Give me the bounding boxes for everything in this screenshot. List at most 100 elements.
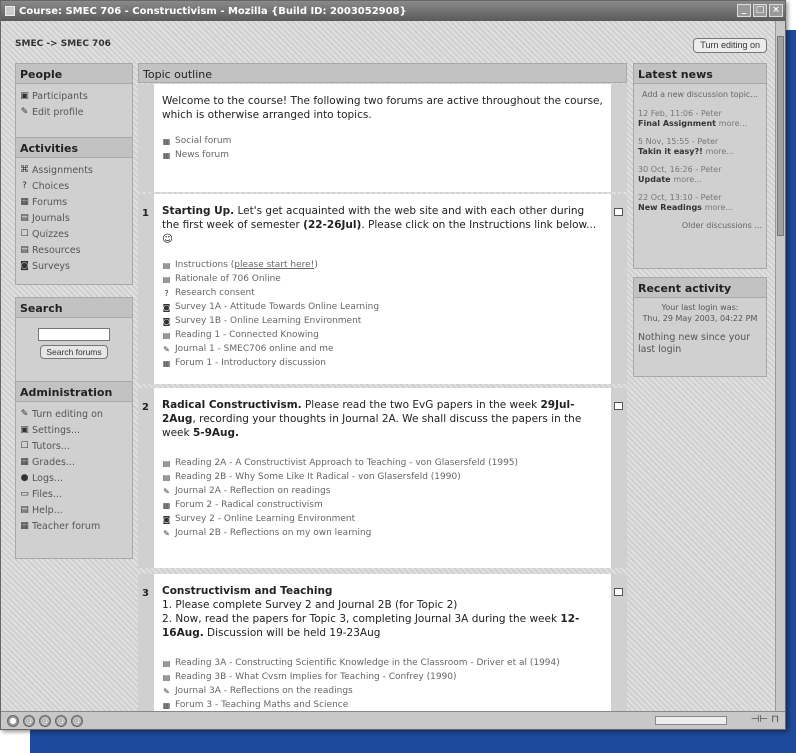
resource-instructions[interactable]: ▤ Instructions (please start here!) <box>162 258 603 272</box>
topic-2-summary: Radical Constructivism. Please read the … <box>162 399 582 439</box>
latest-news-title: Latest news <box>634 64 766 84</box>
sidebar-item-participants[interactable]: ▣ Participants <box>20 88 128 104</box>
assignments-icon: ⌘ <box>20 164 29 175</box>
survey-icon: ◙ <box>162 514 171 524</box>
scrollbar-thumb[interactable] <box>777 36 784 236</box>
sidebar-item-settings[interactable]: ▣ Settings... <box>20 422 128 438</box>
breadcrumb[interactable]: SMEC -> SMEC 706 <box>15 39 111 49</box>
resource-reading-3b[interactable]: ▤ Reading 3B - What Cvsm Implies for Teac… <box>162 670 603 684</box>
sidebar-item-quizzes[interactable]: ☐ Quizzes <box>20 226 128 242</box>
resource-icon: ▤ <box>162 672 171 682</box>
topic-highlight-checkbox[interactable] <box>614 588 623 596</box>
activities-title: Activities <box>16 138 132 158</box>
forum-icon: ▦ <box>162 358 171 368</box>
resource-survey-1b[interactable]: ◙ Survey 1B - Online Learning Environment <box>162 314 603 328</box>
search-title: Search <box>16 298 132 318</box>
resource-social-forum[interactable]: ▦ Social forum <box>162 134 603 148</box>
maximize-icon[interactable]: □ <box>753 4 767 17</box>
sidebar-item-turn-editing-on[interactable]: ✎ Turn editing on <box>20 406 128 422</box>
news-item[interactable]: 12 Feb, 11:06 - Peter Final Assignment m… <box>638 109 762 129</box>
addressbook-icon[interactable]: @ <box>55 714 67 727</box>
topic-highlight-checkbox[interactable] <box>614 402 623 410</box>
people-title: People <box>16 64 132 84</box>
search-block: Search Search forums <box>15 297 133 383</box>
topic-outline-header: Topic outline <box>138 63 627 83</box>
search-input[interactable] <box>38 328 110 341</box>
resource-icon: ▤ <box>162 274 171 284</box>
minimize-icon[interactable]: _ <box>737 4 751 17</box>
resource-journal-3a[interactable]: ✎ Journal 3A - Reflections on the reading… <box>162 684 603 698</box>
latest-news-block: Latest news Add a new discussion topic..… <box>633 63 767 269</box>
news-item[interactable]: 30 Oct, 16:26 - Peter Update more... <box>638 165 762 185</box>
chat-icon[interactable]: @ <box>71 714 83 727</box>
vertical-scrollbar[interactable] <box>775 21 785 713</box>
resource-icon: ▤ <box>162 472 171 482</box>
resource-news-forum[interactable]: ▦ News forum <box>162 148 603 162</box>
resource-survey-1a[interactable]: ◙ Survey 1A - Attitude Towards Online Lea… <box>162 300 603 314</box>
resource-reading-3a[interactable]: ▤ Reading 3A - Constructing Scientific Kn… <box>162 656 603 670</box>
topic-1: 1 Starting Up. Let's get acquainted with… <box>138 194 627 384</box>
sidebar-item-teacher-forum[interactable]: ▦ Teacher forum <box>20 518 128 534</box>
sidebar-item-assignments[interactable]: ⌘ Assignments <box>20 162 128 178</box>
sidebar-item-edit-profile[interactable]: ✎ Edit profile <box>20 104 128 120</box>
sidebar-item-logs[interactable]: ● Logs... <box>20 470 128 486</box>
choices-icon: ? <box>22 180 27 191</box>
administration-title: Administration <box>16 382 132 402</box>
add-discussion-topic-link[interactable]: Add a new discussion topic... <box>638 90 762 99</box>
app-icon <box>5 6 15 16</box>
files-icon: ▭ <box>20 488 29 499</box>
turn-editing-on-button[interactable]: Turn editing on <box>693 38 767 53</box>
resource-icon: ▤ <box>162 458 171 468</box>
resource-icon: ▤ <box>162 658 171 668</box>
news-item[interactable]: 5 Nov, 15:55 - Peter Takin it easy?! mor… <box>638 137 762 157</box>
topic-highlight-checkbox[interactable] <box>614 208 623 216</box>
topic-1-summary: Starting Up. Let's get acquainted with t… <box>162 205 597 245</box>
please-start-here-link[interactable]: please start here! <box>234 260 314 270</box>
sidebar-item-grades[interactable]: ▦ Grades... <box>20 454 128 470</box>
resource-survey-2[interactable]: ◙ Survey 2 - Online Learning Environment <box>162 512 603 526</box>
topic-2: 2 Radical Constructivism. Please read th… <box>138 388 627 568</box>
topic-3-summary: Constructivism and Teaching 1. Please co… <box>162 585 580 639</box>
recent-activity-title: Recent activity <box>634 278 766 298</box>
search-forums-button[interactable]: Search forums <box>40 345 108 359</box>
resource-forum-3[interactable]: ▦ Forum 3 - Teaching Maths and Science <box>162 698 603 712</box>
sidebar-item-forums[interactable]: ▦ Forums <box>20 194 128 210</box>
resource-icon: ▤ <box>162 330 171 340</box>
smiley-icon: ☺ <box>162 233 173 245</box>
resource-journal-2b[interactable]: ✎ Journal 2B - Reflections on my own lear… <box>162 526 603 540</box>
settings-icon: ▣ <box>20 424 29 435</box>
security-lock-icon[interactable]: ⊣⊢ ⊓ <box>751 714 779 725</box>
sidebar-item-files[interactable]: ▭ Files... <box>20 486 128 502</box>
topic-number: 2 <box>142 402 149 413</box>
close-icon[interactable]: × <box>769 4 783 17</box>
resource-forum-2[interactable]: ▦ Forum 2 - Radical constructivism <box>162 498 603 512</box>
mail-icon[interactable]: @ <box>23 714 35 727</box>
news-item[interactable]: 22 Oct, 13:10 - Peter New Readings more.… <box>638 193 762 213</box>
survey-icon: ◙ <box>162 302 171 312</box>
sidebar-item-resources[interactable]: ▤ Resources <box>20 242 128 258</box>
topic-intro: Welcome to the course! The following two… <box>138 84 627 192</box>
older-discussions-link[interactable]: Older discussions ... <box>638 221 762 230</box>
intro-summary: Welcome to the course! The following two… <box>162 95 603 121</box>
navigator-icon[interactable]: ● <box>7 714 19 727</box>
topic-3: 3 Constructivism and Teaching 1. Please … <box>138 574 627 713</box>
topic-number: 1 <box>142 208 149 219</box>
resource-rationale[interactable]: ▤ Rationale of 706 Online <box>162 272 603 286</box>
surveys-icon: ◙ <box>20 260 29 271</box>
sidebar-item-choices[interactable]: ? Choices <box>20 178 128 194</box>
sidebar-item-tutors[interactable]: ☐ Tutors... <box>20 438 128 454</box>
forum-icon: ▦ <box>162 700 171 710</box>
resource-journal-2a[interactable]: ✎ Journal 2A - Reflection on readings <box>162 484 603 498</box>
resource-research-consent[interactable]: ? Research consent <box>162 286 603 300</box>
resource-reading-2b[interactable]: ▤ Reading 2B - Why Some Like It Radical -… <box>162 470 603 484</box>
composer-icon[interactable]: @ <box>39 714 51 727</box>
resource-reading-2a[interactable]: ▤ Reading 2A - A Constructivist Approach … <box>162 456 603 470</box>
sidebar-item-help[interactable]: ▤ Help... <box>20 502 128 518</box>
resource-journal-1[interactable]: ✎ Journal 1 - SMEC706 online and me <box>162 342 603 356</box>
topic-number: 3 <box>142 588 149 599</box>
sidebar-item-surveys[interactable]: ◙ Surveys <box>20 258 128 274</box>
resource-forum-1[interactable]: ▦ Forum 1 - Introductory discussion <box>162 356 603 370</box>
resource-reading-1[interactable]: ▤ Reading 1 - Connected Knowing <box>162 328 603 342</box>
last-login-label: Your last login was: <box>661 303 739 312</box>
sidebar-item-journals[interactable]: ▤ Journals <box>20 210 128 226</box>
